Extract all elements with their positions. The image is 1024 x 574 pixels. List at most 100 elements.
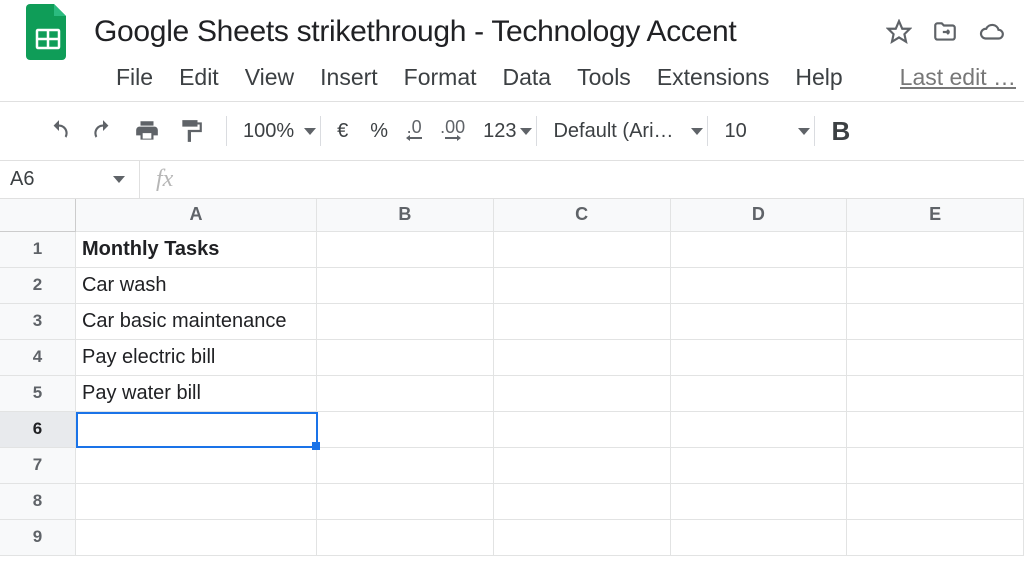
cell[interactable] bbox=[847, 375, 1024, 411]
cell[interactable]: Pay electric bill bbox=[75, 339, 316, 375]
cell[interactable] bbox=[847, 519, 1024, 555]
document-title[interactable]: Google Sheets strikethrough - Technology… bbox=[94, 15, 736, 49]
cell[interactable] bbox=[670, 483, 847, 519]
spreadsheet-grid[interactable]: A B C D E 1Monthly Tasks 2Car wash 3Car … bbox=[0, 199, 1024, 556]
cell[interactable] bbox=[75, 447, 316, 483]
bold-button[interactable]: B bbox=[831, 116, 850, 147]
cell[interactable] bbox=[75, 411, 316, 447]
cell[interactable] bbox=[317, 447, 494, 483]
row-header[interactable]: 3 bbox=[0, 303, 75, 339]
menu-data[interactable]: Data bbox=[503, 64, 552, 91]
menu-view[interactable]: View bbox=[245, 64, 294, 91]
row-header[interactable]: 2 bbox=[0, 267, 75, 303]
cell[interactable] bbox=[75, 519, 316, 555]
cell[interactable] bbox=[493, 519, 670, 555]
cell[interactable] bbox=[317, 231, 494, 267]
star-icon[interactable] bbox=[886, 19, 912, 45]
cell[interactable] bbox=[670, 519, 847, 555]
sheets-logo-icon bbox=[26, 4, 70, 60]
move-to-folder-icon[interactable] bbox=[932, 19, 958, 45]
cell[interactable] bbox=[670, 447, 847, 483]
chevron-down-icon bbox=[798, 128, 810, 135]
menu-format[interactable]: Format bbox=[404, 64, 477, 91]
row-header[interactable]: 5 bbox=[0, 375, 75, 411]
chevron-down-icon bbox=[113, 176, 125, 183]
menu-edit[interactable]: Edit bbox=[179, 64, 219, 91]
row-header[interactable]: 1 bbox=[0, 231, 75, 267]
font-size-value: 10 bbox=[724, 120, 746, 143]
name-box[interactable]: A6 bbox=[0, 161, 140, 198]
cell[interactable] bbox=[670, 267, 847, 303]
last-edit-link[interactable]: Last edit … bbox=[900, 64, 1016, 91]
menu-help[interactable]: Help bbox=[795, 64, 842, 91]
redo-icon[interactable] bbox=[90, 118, 116, 144]
font-family-value: Default (Ari… bbox=[553, 120, 673, 143]
menu-file[interactable]: File bbox=[116, 64, 153, 91]
title-bar: Google Sheets strikethrough - Technology… bbox=[0, 0, 1024, 64]
cell[interactable] bbox=[670, 411, 847, 447]
cell[interactable] bbox=[847, 447, 1024, 483]
cell[interactable] bbox=[317, 339, 494, 375]
row-header[interactable]: 7 bbox=[0, 447, 75, 483]
cell[interactable] bbox=[670, 231, 847, 267]
cell[interactable] bbox=[670, 375, 847, 411]
column-header-e[interactable]: E bbox=[847, 199, 1024, 231]
increase-decimal-button[interactable]: .00 bbox=[440, 120, 465, 142]
cell[interactable] bbox=[493, 483, 670, 519]
column-header-c[interactable]: C bbox=[493, 199, 670, 231]
menu-extensions[interactable]: Extensions bbox=[657, 64, 770, 91]
column-header-a[interactable]: A bbox=[75, 199, 316, 231]
row-header[interactable]: 9 bbox=[0, 519, 75, 555]
cell[interactable] bbox=[847, 411, 1024, 447]
cell[interactable] bbox=[847, 339, 1024, 375]
row-header[interactable]: 8 bbox=[0, 483, 75, 519]
font-size-select[interactable]: 10 bbox=[724, 120, 810, 143]
format-currency-button[interactable]: € bbox=[337, 120, 348, 143]
cell[interactable] bbox=[847, 231, 1024, 267]
undo-icon[interactable] bbox=[46, 118, 72, 144]
cell[interactable] bbox=[847, 483, 1024, 519]
cell[interactable]: Pay water bill bbox=[75, 375, 316, 411]
select-all-corner[interactable] bbox=[0, 199, 75, 231]
decrease-decimal-button[interactable]: .0 bbox=[406, 120, 422, 142]
row-header[interactable]: 6 bbox=[0, 411, 75, 447]
paint-format-icon[interactable] bbox=[178, 118, 204, 144]
formula-input[interactable] bbox=[189, 161, 1024, 198]
cell[interactable]: Car basic maintenance bbox=[75, 303, 316, 339]
cell[interactable] bbox=[317, 519, 494, 555]
cell[interactable]: Monthly Tasks bbox=[75, 231, 316, 267]
cloud-status-icon[interactable] bbox=[978, 19, 1006, 45]
cell[interactable] bbox=[317, 267, 494, 303]
zoom-value: 100% bbox=[243, 120, 294, 143]
column-header-d[interactable]: D bbox=[670, 199, 847, 231]
cell[interactable] bbox=[493, 447, 670, 483]
cell[interactable] bbox=[75, 483, 316, 519]
cell[interactable] bbox=[670, 303, 847, 339]
cell[interactable]: Car wash bbox=[75, 267, 316, 303]
row-header[interactable]: 4 bbox=[0, 339, 75, 375]
cell[interactable] bbox=[317, 411, 494, 447]
cell[interactable] bbox=[847, 303, 1024, 339]
menu-tools[interactable]: Tools bbox=[577, 64, 631, 91]
print-icon[interactable] bbox=[134, 118, 160, 144]
cell[interactable] bbox=[317, 375, 494, 411]
menu-bar: File Edit View Insert Format Data Tools … bbox=[0, 64, 1024, 101]
cell[interactable] bbox=[847, 267, 1024, 303]
name-box-value: A6 bbox=[10, 168, 34, 191]
menu-insert[interactable]: Insert bbox=[320, 64, 378, 91]
zoom-select[interactable]: 100% bbox=[243, 120, 316, 143]
more-formats-button[interactable]: 123 bbox=[483, 120, 532, 143]
cell[interactable] bbox=[493, 411, 670, 447]
cell[interactable] bbox=[493, 375, 670, 411]
cell[interactable] bbox=[670, 339, 847, 375]
cell[interactable] bbox=[493, 231, 670, 267]
cell[interactable] bbox=[317, 303, 494, 339]
cell[interactable] bbox=[493, 303, 670, 339]
fx-icon: fx bbox=[140, 166, 189, 193]
font-family-select[interactable]: Default (Ari… bbox=[553, 120, 703, 143]
cell[interactable] bbox=[493, 339, 670, 375]
cell[interactable] bbox=[317, 483, 494, 519]
format-percent-button[interactable]: % bbox=[370, 120, 388, 143]
cell[interactable] bbox=[493, 267, 670, 303]
column-header-b[interactable]: B bbox=[317, 199, 494, 231]
